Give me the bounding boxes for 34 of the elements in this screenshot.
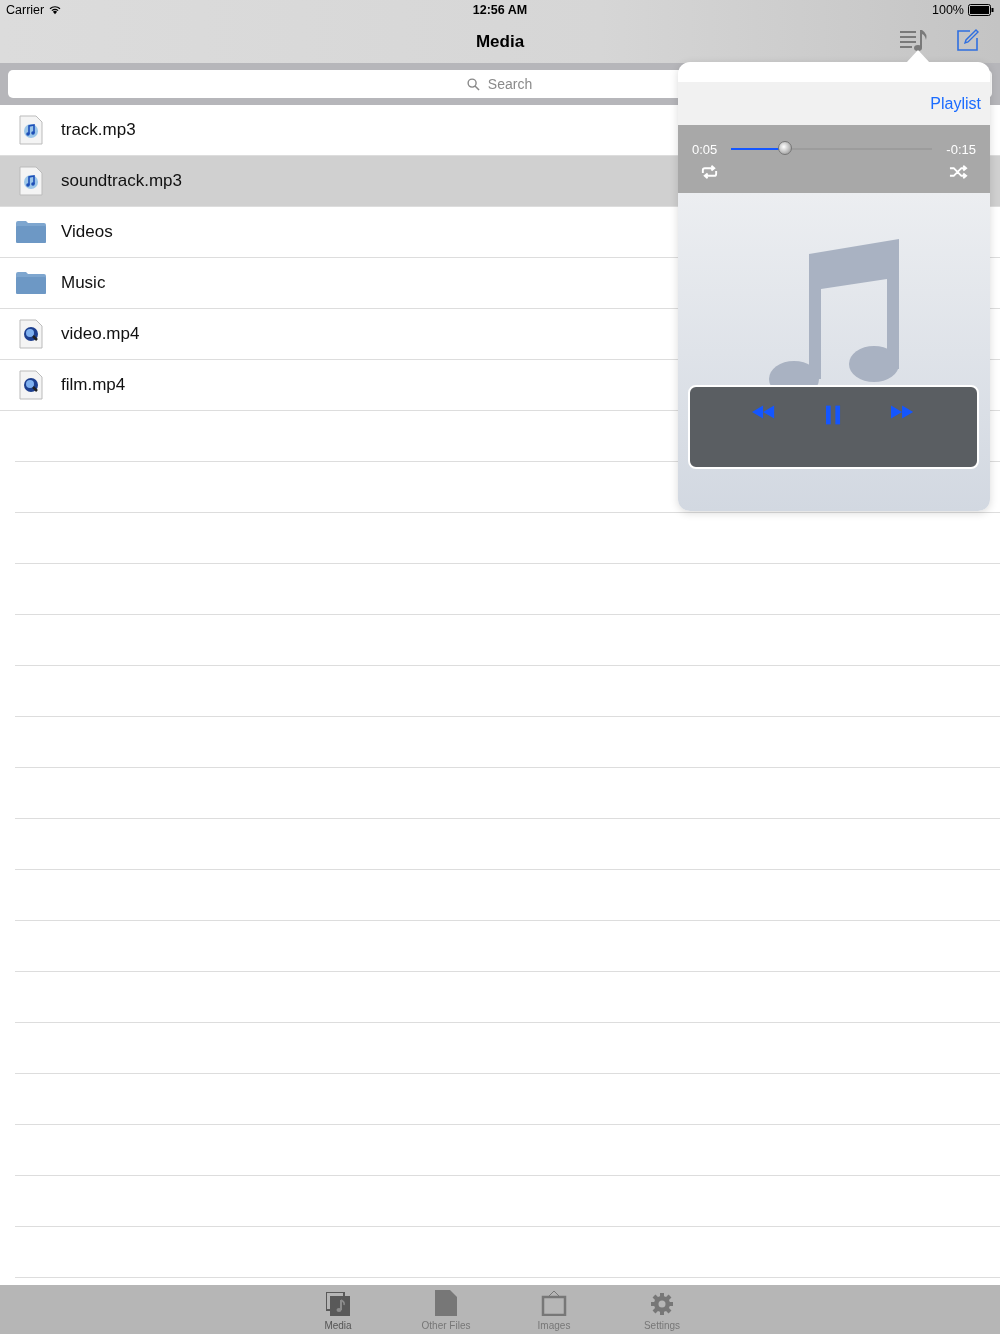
music-tab-icon (326, 1292, 350, 1316)
file-name: Videos (61, 222, 113, 242)
clock-label: 12:56 AM (472, 3, 528, 17)
video-file-icon (18, 319, 43, 349)
rewind-icon[interactable] (752, 405, 776, 419)
picture-frame-tab-icon (541, 1290, 567, 1316)
fast-forward-icon[interactable] (891, 405, 915, 419)
document-tab-icon (435, 1290, 457, 1316)
playlist-icon[interactable] (900, 28, 928, 52)
folder-icon (14, 220, 47, 244)
repeat-icon[interactable] (700, 165, 719, 179)
remaining-time: -0:15 (946, 141, 976, 157)
shuffle-icon[interactable] (949, 165, 968, 179)
folder-icon (14, 271, 47, 295)
carrier-label: Carrier (6, 3, 45, 17)
video-file-icon (18, 370, 43, 400)
nav-title: Media (475, 31, 525, 52)
settings-tab-icon (650, 1292, 674, 1316)
battery-label: 100% (932, 3, 964, 17)
file-name: soundtrack.mp3 (61, 171, 182, 191)
wifi-icon (48, 5, 63, 15)
file-name: Music (61, 273, 106, 293)
compose-icon[interactable] (956, 28, 980, 52)
tab[interactable]: Media (304, 1285, 372, 1334)
elapsed-time: 0:05 (692, 141, 718, 157)
audio-file-icon (18, 115, 43, 145)
audio-file-icon (18, 166, 43, 196)
file-name: track.mp3 (61, 120, 136, 140)
battery-icon (968, 4, 994, 16)
file-name: video.mp4 (61, 324, 140, 344)
file-name: film.mp4 (61, 375, 126, 395)
slider-thumb[interactable] (777, 141, 792, 155)
search-icon (467, 78, 480, 91)
pause-icon[interactable] (826, 405, 841, 425)
